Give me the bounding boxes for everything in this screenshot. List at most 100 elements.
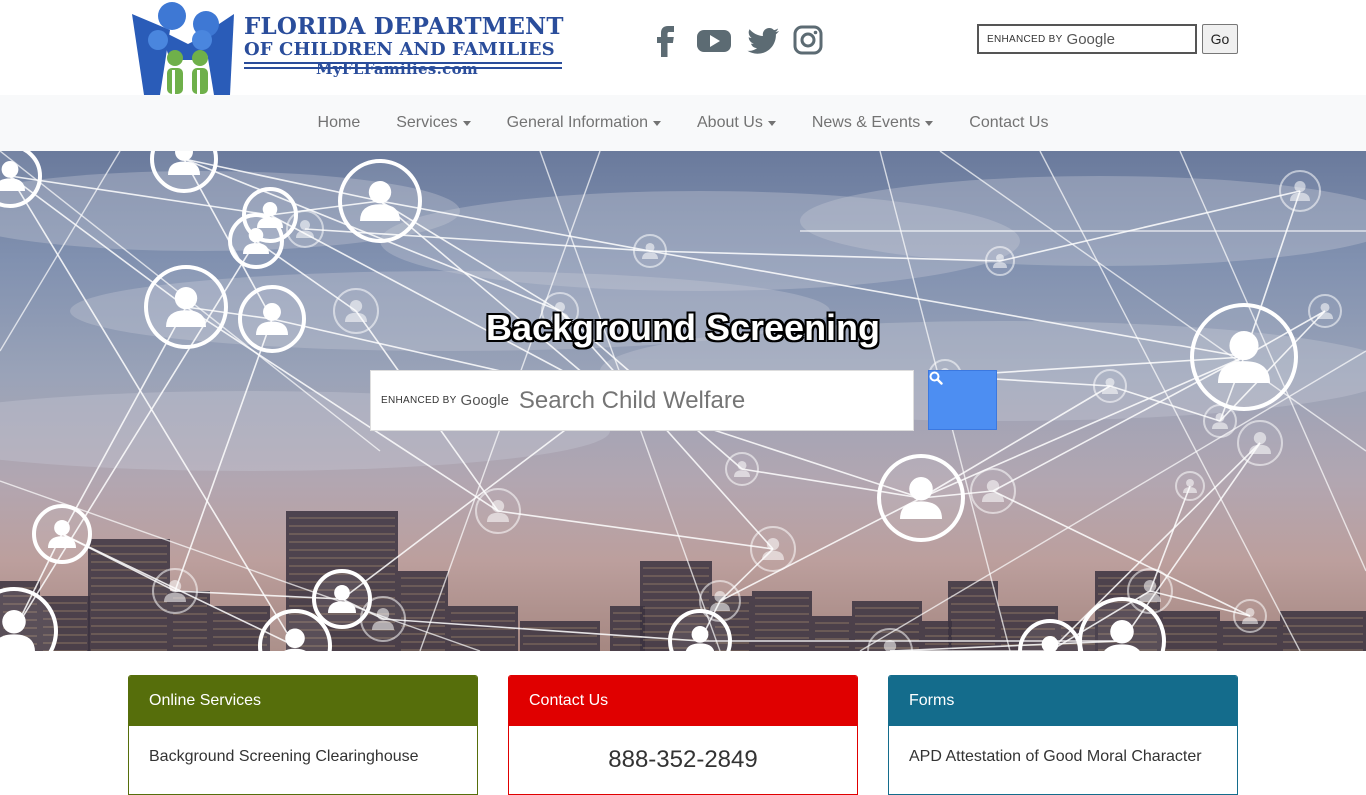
instagram-icon[interactable] bbox=[792, 22, 824, 58]
building-window-row bbox=[289, 557, 395, 559]
phone-number[interactable]: 888-352-2849 bbox=[509, 726, 857, 774]
social-links bbox=[650, 22, 824, 58]
building-window-row bbox=[951, 627, 995, 629]
building-window-row bbox=[289, 517, 395, 519]
person-node-head bbox=[1294, 181, 1306, 193]
hero-search-button[interactable] bbox=[928, 370, 997, 430]
person-node-head bbox=[1253, 432, 1267, 445]
person-node-head bbox=[986, 480, 1000, 493]
nav-contact-us[interactable]: Contact Us bbox=[951, 114, 1066, 132]
nav-label: About Us bbox=[697, 114, 763, 131]
building-window-row bbox=[43, 602, 87, 604]
caret-down-icon bbox=[653, 120, 661, 126]
logo-wordmark: FLORIDA DEPARTMENT OF CHILDREN AND FAMIL… bbox=[244, 14, 564, 79]
building-window-row bbox=[643, 567, 709, 569]
person-node-head bbox=[691, 626, 709, 643]
building-window-row bbox=[401, 649, 445, 651]
building-window-row bbox=[289, 533, 395, 535]
nav-about-us[interactable]: About Us bbox=[679, 114, 794, 132]
building-window-row bbox=[213, 636, 267, 638]
hero-search-input[interactable]: ENHANCED BY Google Search Child Welfare bbox=[370, 370, 914, 431]
card-title: Contact Us bbox=[509, 676, 857, 726]
building-window-row bbox=[951, 643, 995, 645]
building-window-row bbox=[401, 577, 445, 579]
card-link[interactable]: Background Screening Clearinghouse bbox=[129, 726, 477, 766]
logo-line-1: FLORIDA DEPARTMENT bbox=[244, 13, 564, 40]
person-node-head bbox=[2, 610, 26, 634]
person-node-head bbox=[1105, 378, 1115, 387]
nav-general-information[interactable]: General Information bbox=[489, 114, 679, 132]
nav-label: Contact Us bbox=[969, 114, 1049, 131]
building-window-row bbox=[1163, 633, 1217, 635]
card-link[interactable]: APD Attestation of Good Moral Character bbox=[889, 726, 1237, 766]
facebook-icon[interactable] bbox=[650, 22, 682, 58]
building-window-row bbox=[1283, 649, 1363, 651]
hero-banner: Background Screening ENHANCED BY Google … bbox=[0, 151, 1366, 651]
building-window-row bbox=[1163, 649, 1217, 651]
building-window-row bbox=[755, 645, 809, 647]
building-window-row bbox=[755, 605, 809, 607]
person-node-head bbox=[1186, 479, 1194, 487]
person-node-head bbox=[376, 608, 390, 621]
dcf-logo[interactable]: FLORIDA DEPARTMENT OF CHILDREN AND FAMIL… bbox=[130, 0, 570, 95]
building-window-row bbox=[951, 595, 995, 597]
building-window-row bbox=[523, 635, 597, 637]
person-node-head bbox=[766, 538, 780, 551]
person-node-head bbox=[1143, 580, 1157, 593]
building-window-row bbox=[951, 603, 995, 605]
nav-label: News & Events bbox=[811, 114, 921, 131]
building-window-row bbox=[925, 627, 949, 629]
nav-services[interactable]: Services bbox=[378, 114, 488, 132]
go-button[interactable]: Go bbox=[1202, 24, 1238, 54]
building-window-row bbox=[855, 607, 919, 609]
person-node-head bbox=[996, 254, 1004, 262]
nav-home[interactable]: Home bbox=[300, 114, 379, 132]
enhanced-by-label: ENHANCED BY bbox=[987, 33, 1063, 45]
building-window-row bbox=[91, 545, 167, 547]
building-window-row bbox=[451, 628, 515, 630]
building-window-row bbox=[643, 583, 709, 585]
building-window-row bbox=[1001, 612, 1055, 614]
building-window-row bbox=[91, 617, 167, 619]
building-window-row bbox=[951, 619, 995, 621]
building-window-row bbox=[401, 585, 445, 587]
search-icon bbox=[929, 371, 943, 385]
building-window-row bbox=[91, 561, 167, 563]
main-nav: Home Services General Information About … bbox=[0, 95, 1366, 151]
building-window-row bbox=[289, 549, 395, 551]
building-window-row bbox=[815, 622, 849, 624]
person-node-head bbox=[54, 520, 70, 536]
nav-label: Home bbox=[317, 114, 361, 131]
twitter-icon[interactable] bbox=[746, 22, 779, 58]
google-wordmark: Google bbox=[460, 392, 509, 409]
youtube-icon[interactable] bbox=[696, 22, 732, 58]
person-node-head bbox=[737, 461, 747, 470]
person-node-head bbox=[262, 202, 278, 217]
building-window-row bbox=[613, 620, 642, 622]
person-node-head bbox=[909, 477, 933, 501]
person-node-head bbox=[645, 243, 655, 252]
card-online-services: Online Services Background Screening Cle… bbox=[128, 675, 478, 795]
building-window-row bbox=[815, 646, 849, 648]
building-window-row bbox=[173, 629, 207, 631]
site-header: FLORIDA DEPARTMENT OF CHILDREN AND FAMIL… bbox=[0, 0, 1366, 95]
hero-title: Background Screening bbox=[485, 307, 881, 348]
person-node-head bbox=[1, 161, 19, 178]
building-window-row bbox=[613, 628, 642, 630]
person-node-head bbox=[714, 591, 726, 603]
logo-rule-bottom bbox=[244, 67, 562, 69]
nav-news-events[interactable]: News & Events bbox=[794, 114, 951, 132]
person-node-head bbox=[285, 628, 305, 649]
building-window-row bbox=[91, 641, 167, 643]
building-window-row bbox=[523, 643, 597, 645]
building-window-row bbox=[643, 607, 709, 609]
building-window-row bbox=[289, 565, 395, 567]
card-title: Forms bbox=[889, 676, 1237, 726]
building-window-row bbox=[1163, 641, 1217, 643]
building-window-row bbox=[91, 625, 167, 627]
logo-rule-top bbox=[244, 62, 562, 64]
nav-label: General Information bbox=[506, 114, 648, 131]
header-search-input[interactable]: ENHANCED BY Google bbox=[977, 24, 1197, 54]
network-line bbox=[497, 510, 774, 550]
building-window-row bbox=[1223, 643, 1277, 645]
